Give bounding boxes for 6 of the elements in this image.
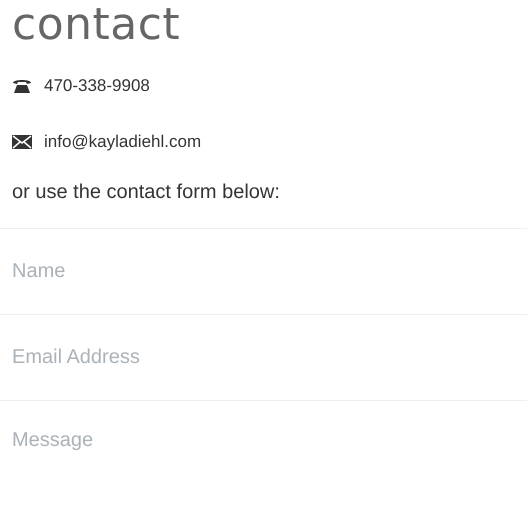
phone-text: 470-338-9908 <box>44 76 150 96</box>
envelope-icon <box>12 135 32 149</box>
form-intro: or use the contact form below: <box>11 180 281 205</box>
email-text: info@kayladiehl.com <box>44 132 202 152</box>
phone-icon <box>12 78 32 94</box>
page-title: contact <box>11 0 182 50</box>
